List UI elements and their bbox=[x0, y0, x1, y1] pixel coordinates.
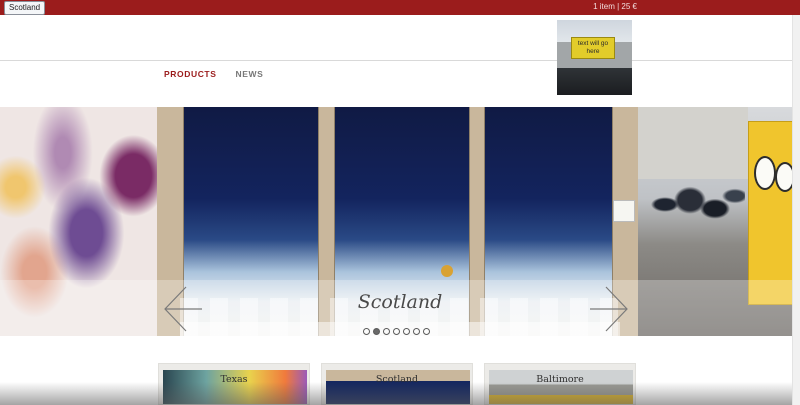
tooltip: Scotland bbox=[4, 1, 46, 15]
yellow-sign bbox=[748, 121, 795, 305]
slide-caption: Scotland bbox=[357, 291, 443, 313]
chevron-left-icon[interactable] bbox=[162, 286, 202, 332]
top-bar: 1 item | 25 € bbox=[0, 0, 800, 15]
site-header bbox=[0, 15, 800, 61]
slider-pagination bbox=[363, 322, 433, 335]
painting-sun bbox=[441, 265, 453, 277]
vertical-scrollbar[interactable] bbox=[792, 15, 800, 405]
slider-dot[interactable] bbox=[383, 328, 390, 335]
slider-dot[interactable] bbox=[423, 328, 430, 335]
slider-dot[interactable] bbox=[403, 328, 410, 335]
nav-item-news[interactable]: NEWS bbox=[235, 69, 263, 79]
slider-dot-active[interactable] bbox=[373, 328, 380, 335]
chevron-right-icon[interactable] bbox=[590, 286, 630, 332]
slider-dot[interactable] bbox=[413, 328, 420, 335]
cart-summary[interactable]: 1 item | 25 € bbox=[593, 2, 637, 11]
slider-dot[interactable] bbox=[393, 328, 400, 335]
street-crowd bbox=[645, 162, 745, 247]
nav-item-products[interactable]: PRODUCTS bbox=[164, 69, 217, 79]
slider-dot[interactable] bbox=[363, 328, 370, 335]
header-thumbnail[interactable]: text will go here bbox=[557, 20, 632, 95]
main-nav: PRODUCTS NEWS bbox=[164, 69, 279, 79]
thumbnail-sign-text: text will go here bbox=[571, 37, 615, 59]
bottom-shadow bbox=[0, 382, 800, 405]
wall-note bbox=[613, 200, 635, 222]
